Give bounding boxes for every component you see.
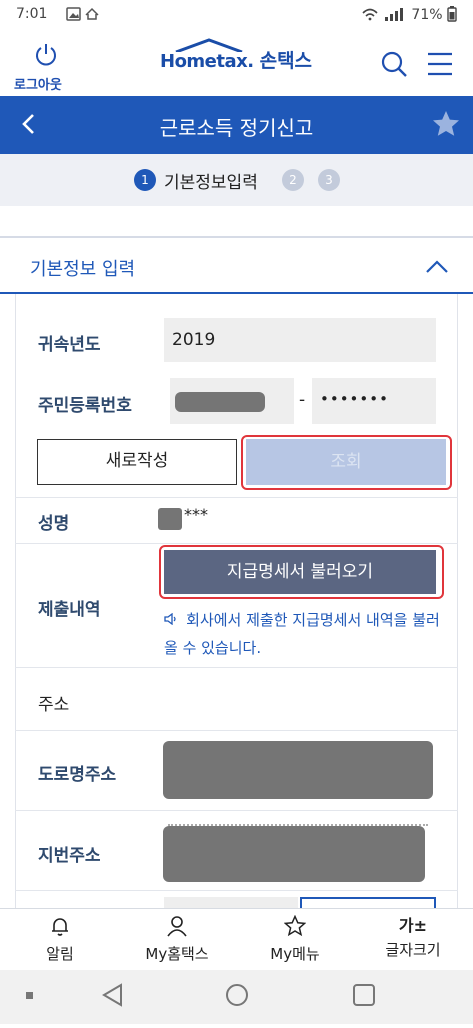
nav-my-hometax-label: My홈택스 — [145, 945, 209, 963]
rrn-label: 주민등록번호 — [38, 396, 132, 416]
hamburger-icon — [428, 52, 452, 76]
year-value: 2019 — [172, 330, 216, 350]
battery-percent: 71% — [411, 7, 443, 23]
hometax-logo[interactable]: Hometax. 손택스 — [160, 38, 313, 80]
nav-alerts[interactable]: 알림 — [5, 915, 115, 964]
name-masked: *** — [184, 505, 208, 524]
year-label: 귀속년도 — [38, 335, 101, 355]
step-3-badge: 3 — [318, 169, 340, 191]
lot-address-label: 지번주소 — [38, 846, 101, 866]
step-1-badge: 1 — [134, 169, 156, 191]
system-nav-bar — [0, 970, 473, 1024]
nav-my-menu-label: My메뉴 — [270, 945, 320, 963]
address-heading: 주소 — [38, 695, 70, 715]
redacted-block — [175, 392, 265, 412]
logout-label: 로그아웃 — [14, 78, 62, 93]
step-2-badge: 2 — [282, 169, 304, 191]
rrn-back-input[interactable]: ••••••• — [312, 378, 436, 424]
status-right: 71% — [361, 6, 457, 23]
bell-icon — [52, 918, 68, 936]
redacted-name-block — [158, 508, 182, 530]
person-icon — [167, 916, 187, 937]
chevron-up-icon[interactable] — [424, 254, 450, 280]
row-divider — [15, 810, 458, 811]
signal-icon — [362, 8, 403, 21]
logo-brand-en: Hometax. — [160, 51, 254, 72]
speaker-icon — [164, 612, 182, 629]
rrn-dash: - — [299, 390, 306, 410]
app-header: 로그아웃 Hometax. 손택스 — [0, 30, 473, 96]
menu-button[interactable] — [426, 50, 454, 78]
row-divider — [15, 730, 458, 731]
row-divider — [15, 543, 458, 544]
logo-brand-ko: 손택스 — [259, 50, 313, 72]
section-title: 기본정보 입력 — [30, 259, 136, 280]
road-address-redacted — [163, 741, 433, 799]
new-entry-button[interactable]: 새로작성 — [37, 439, 237, 485]
status-bar: 7:01 71% — [0, 0, 473, 30]
name-label: 성명 — [38, 514, 70, 534]
logout-button[interactable]: 로그아웃 — [14, 42, 78, 93]
sysnav-recents-icon — [353, 984, 375, 1006]
nav-font-size-label: 글자크기 — [385, 941, 441, 959]
star-icon — [433, 111, 459, 136]
font-size-icon: 가± — [398, 916, 428, 935]
search-icon — [381, 51, 407, 77]
page-title-bar: 근로소득 정기신고 — [0, 96, 473, 154]
lookup-button[interactable]: 조회 — [246, 439, 446, 485]
lot-address-redacted — [163, 826, 425, 882]
nav-my-hometax[interactable]: My홈택스 — [122, 915, 232, 964]
search-button[interactable] — [380, 50, 408, 78]
year-input[interactable]: 2019 — [164, 318, 436, 362]
row-divider — [15, 890, 458, 891]
notice-text: 회사에서 제출한 지급명세서 내역을 불러올 수 있습니다. — [164, 607, 444, 661]
step-indicator: 1 기본정보입력 2 3 — [0, 154, 473, 206]
gallery-icon — [66, 7, 99, 21]
row-divider — [15, 667, 458, 668]
spacer — [0, 206, 473, 236]
roof-icon — [175, 38, 243, 52]
sysnav-dot-icon — [26, 992, 33, 999]
sysnav-home-icon — [226, 984, 248, 1006]
rrn-front-input[interactable] — [170, 378, 294, 424]
status-time: 7:01 — [16, 6, 48, 22]
bottom-nav: 알림 My홈택스 My메뉴 가± 글자크기 — [0, 908, 473, 970]
battery-icon — [447, 6, 457, 22]
step-1-label: 기본정보입력 — [164, 173, 258, 193]
row-divider — [15, 497, 458, 498]
notification-icons — [66, 7, 114, 24]
nav-my-menu[interactable]: My메뉴 — [240, 914, 350, 964]
nav-font-size[interactable]: 가± 글자크기 — [358, 915, 468, 960]
submission-label: 제출내역 — [38, 600, 101, 620]
system-nav-icons — [26, 983, 375, 1007]
load-statement-button[interactable]: 지급명세서 불러오기 — [164, 550, 436, 594]
sysnav-back-icon — [102, 983, 122, 1007]
rrn-back-masked: ••••••• — [320, 390, 389, 408]
page-title: 근로소득 정기신고 — [159, 116, 314, 140]
power-icon — [36, 44, 56, 66]
notice-body: 회사에서 제출한 지급명세서 내역을 불러올 수 있습니다. — [164, 611, 440, 657]
nav-alerts-label: 알림 — [46, 945, 74, 963]
section-header[interactable]: 기본정보 입력 — [0, 238, 473, 294]
road-address-label: 도로명주소 — [38, 765, 117, 785]
favorite-button[interactable] — [430, 108, 462, 140]
star-outline-icon — [283, 914, 307, 937]
